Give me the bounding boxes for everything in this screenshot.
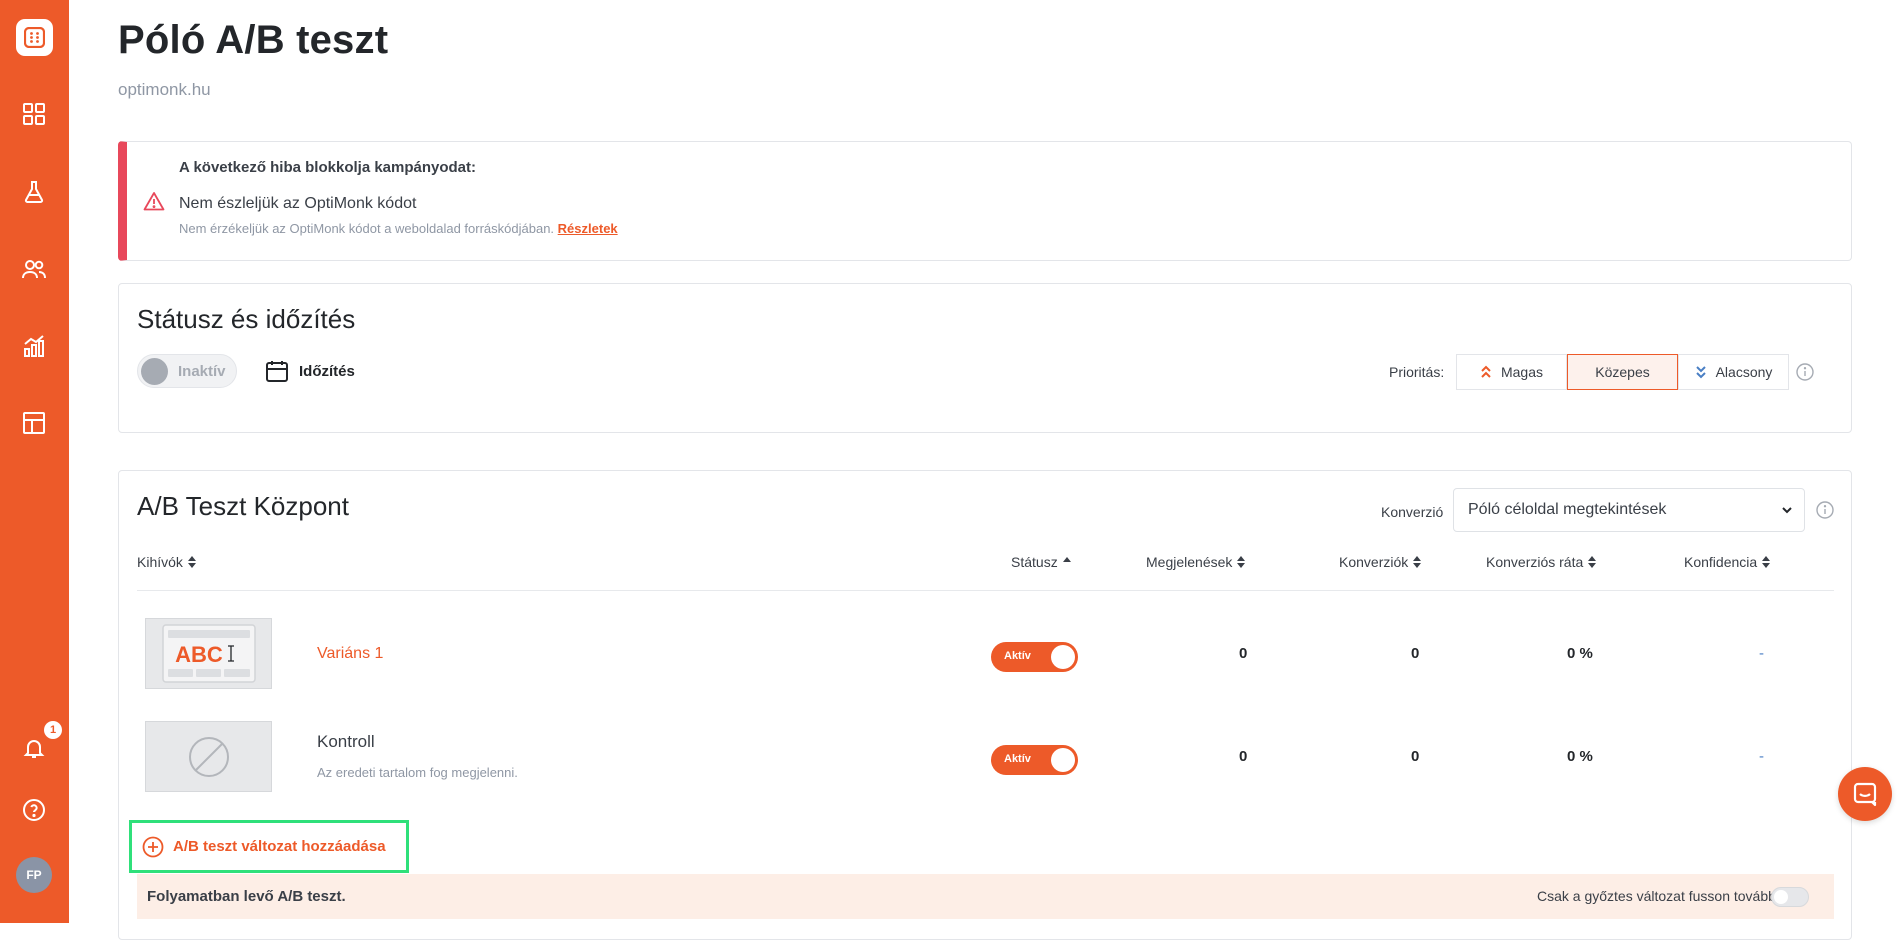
control-status-toggle[interactable]: Aktív [991,745,1078,775]
variant-name-link[interactable]: Variáns 1 [317,645,383,663]
dashboard-grid-icon[interactable] [20,100,48,128]
toggle-knob [141,358,168,385]
column-conversions[interactable]: Konverziók [1339,554,1422,570]
priority-low-label: Alacsony [1715,364,1773,380]
toggle-label: Inaktív [178,363,226,380]
column-challengers[interactable]: Kihívók [137,554,196,570]
sidebar: 1 FP [0,0,69,923]
error-alert: A következő hiba blokkolja kampányodat: … [118,141,1852,261]
toggle-label: Aktív [1004,753,1031,765]
toggle-knob [1051,748,1075,772]
column-status[interactable]: Státusz [1011,554,1071,570]
control-description: Az eredeti tartalom fog megjelenni. [317,765,518,780]
schedule-button[interactable]: Időzítés [265,356,355,386]
conversion-info-icon[interactable] [1816,501,1834,519]
column-confidence-label: Konfidencia [1684,554,1758,570]
control-confidence: - [1759,748,1764,765]
toggle-knob [1051,645,1075,669]
double-chevron-down-icon [1695,365,1707,379]
analytics-chart-icon[interactable] [20,332,48,360]
control-thumbnail[interactable] [145,721,272,792]
variant-conversion-rate: 0 % [1567,645,1593,662]
notifications-badge: 1 [44,721,62,739]
priority-high-button[interactable]: Magas [1456,354,1567,390]
sort-icon [187,556,196,568]
column-conversion-rate[interactable]: Konverziós ráta [1486,554,1597,570]
test-in-progress-banner: Folyamatban levő A/B teszt. Csak a győzt… [137,874,1834,919]
variant-preview-image: ABC [161,624,256,683]
column-impressions[interactable]: Megjelenések [1146,554,1246,570]
priority-info-icon[interactable] [1796,363,1814,381]
conversion-goal-select[interactable]: Póló céloldal megtekintések [1453,488,1805,532]
column-challengers-label: Kihívók [137,554,183,570]
toggle-label: Aktív [1004,650,1031,662]
priority-selector: Magas Közepes Alacsony [1456,354,1789,390]
sort-icon [1413,556,1422,568]
campaign-domain: optimonk.hu [118,80,211,99]
avatar[interactable]: FP [16,857,52,893]
chevron-down-icon [1780,503,1794,522]
column-status-label: Státusz [1011,554,1058,570]
control-name: Kontroll [317,732,375,751]
column-conversion-rate-label: Konverziós ráta [1486,554,1584,570]
schedule-label: Időzítés [299,362,355,380]
priority-label: Prioritás: [1389,364,1445,380]
ab-card-title: A/B Teszt Központ [137,491,349,521]
control-conversions: 0 [1411,748,1420,765]
control-impressions: 0 [1239,748,1248,765]
calendar-icon [266,361,288,382]
add-variant-button[interactable]: A/B teszt változat hozzáadása [129,820,409,873]
error-heading: A következő hiba blokkolja kampányodat: [179,159,477,176]
variant-status-toggle[interactable]: Aktív [991,642,1078,672]
sort-icon [1237,556,1246,568]
error-title: Nem észleljük az OptiMonk kódot [179,195,417,212]
error-description-text: Nem érzékeljük az OptiMonk kódot a webol… [179,221,555,236]
control-conversion-rate: 0 % [1567,748,1593,765]
chat-icon [1853,782,1877,807]
priority-medium-label: Közepes [1595,364,1650,380]
toggle-knob [1774,890,1788,904]
thumbnail-text: ABC [175,642,223,667]
sort-icon [1588,556,1597,568]
chat-support-button[interactable] [1838,767,1892,821]
page-title: Póló A/B teszt [118,18,389,62]
templates-layout-icon[interactable] [20,409,48,437]
column-impressions-label: Megjelenések [1146,554,1233,570]
priority-low-button[interactable]: Alacsony [1678,354,1789,390]
variant-impressions: 0 [1239,645,1248,662]
error-description: Nem érzékeljük az OptiMonk kódot a webol… [179,221,618,236]
plus-circle-icon [142,836,164,857]
status-scheduling-card: Státusz és időzítés Inaktív Időzítés Pri… [118,283,1852,433]
experiments-flask-icon[interactable] [20,178,48,206]
conversion-goal-value: Póló céloldal megtekintések [1468,501,1667,518]
notifications-bell-icon[interactable] [20,734,48,762]
sort-icon [1762,556,1771,568]
sort-ascending-icon [1062,556,1071,568]
warning-icon [143,191,165,216]
variant-conversions: 0 [1411,645,1420,662]
no-change-circle-icon [188,736,229,777]
priority-medium-button[interactable]: Közepes [1567,354,1678,390]
ab-test-center-card: A/B Teszt Központ Konverzió Póló célolda… [118,470,1852,940]
double-chevron-up-icon [1480,365,1492,379]
priority-high-label: Magas [1500,364,1544,380]
users-icon[interactable] [20,255,48,283]
variant-thumbnail[interactable]: ABC [145,618,272,689]
table-divider [137,590,1834,591]
status-card-title: Státusz és időzítés [137,304,356,334]
column-conversions-label: Konverziók [1339,554,1409,570]
add-variant-label: A/B teszt változat hozzáadása [173,838,386,855]
conversion-label: Konverzió [1381,504,1444,520]
details-link[interactable]: Részletek [558,221,618,236]
column-confidence[interactable]: Konfidencia [1684,554,1771,570]
app-logo-icon[interactable] [16,19,53,56]
winner-only-label: Csak a győztes változat fusson tovább [1537,888,1776,904]
help-icon[interactable] [20,796,48,824]
winner-only-toggle[interactable] [1771,887,1809,907]
progress-label: Folyamatban levő A/B teszt. [147,888,346,905]
campaign-status-toggle[interactable]: Inaktív [137,354,237,388]
variant-confidence: - [1759,645,1764,662]
